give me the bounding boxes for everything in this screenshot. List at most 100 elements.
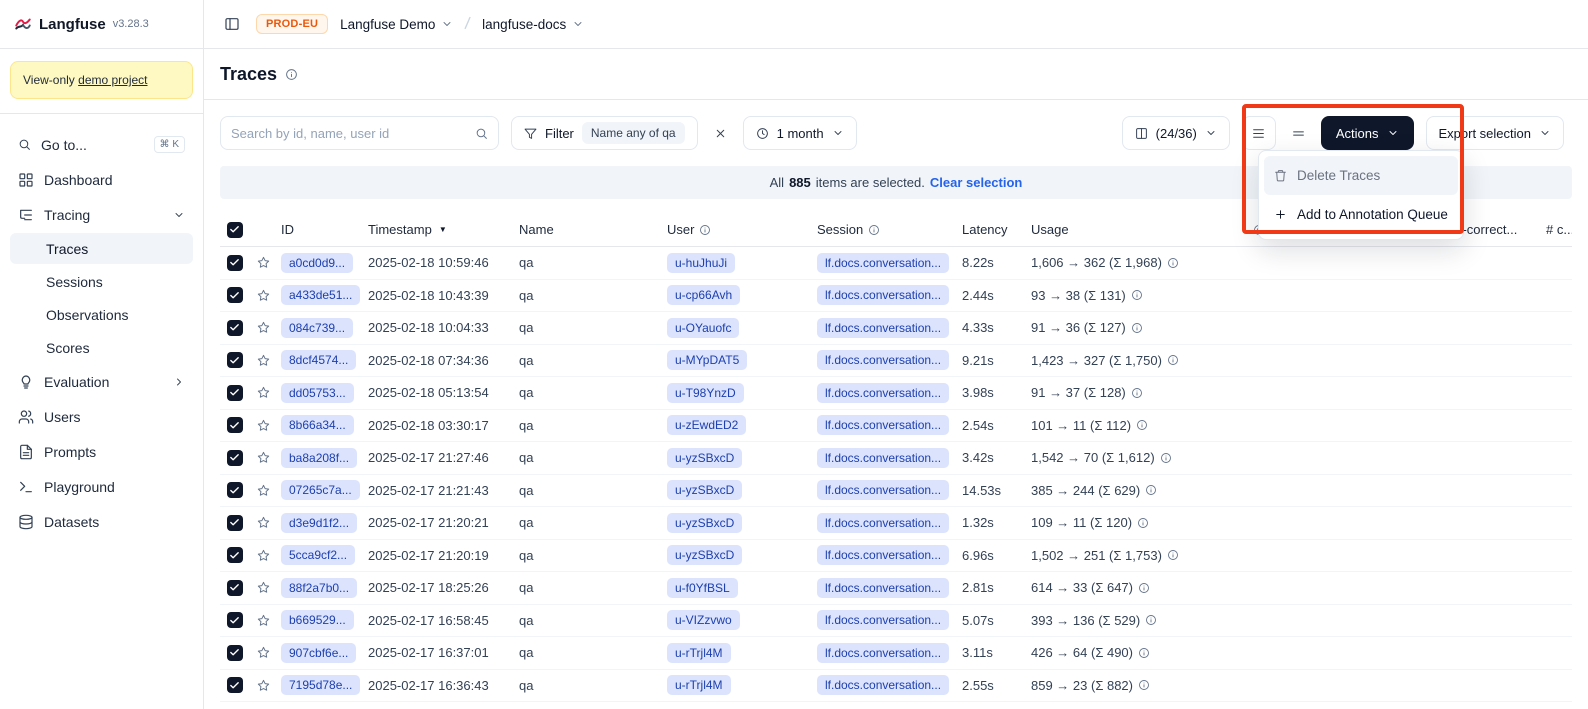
search-input[interactable]: [231, 126, 467, 141]
time-range-button[interactable]: 1 month: [743, 116, 857, 150]
sidebar-item-scores[interactable]: Scores: [10, 332, 193, 363]
col-header-timestamp[interactable]: Timestamp ▼: [365, 222, 516, 237]
session-badge[interactable]: lf.docs.conversation...: [817, 415, 949, 435]
info-icon[interactable]: [1131, 387, 1143, 399]
col-header-id[interactable]: ID: [278, 222, 365, 237]
info-icon[interactable]: [1145, 484, 1157, 496]
info-icon[interactable]: [1138, 679, 1150, 691]
user-badge[interactable]: u-OYauofc: [667, 318, 739, 338]
menu-item-delete-traces[interactable]: Delete Traces: [1264, 156, 1458, 195]
row-checkbox[interactable]: [227, 352, 243, 368]
col-header-user[interactable]: User: [664, 222, 814, 237]
row-checkbox[interactable]: [227, 385, 243, 401]
menu-item-add-to-annotation-queue[interactable]: Add to Annotation Queue: [1264, 195, 1458, 234]
info-icon[interactable]: [1138, 582, 1150, 594]
info-icon[interactable]: [1145, 614, 1157, 626]
star-icon[interactable]: [257, 451, 270, 464]
sidebar-item-evaluation[interactable]: Evaluation: [10, 365, 193, 398]
info-icon[interactable]: [285, 68, 298, 81]
goto-search[interactable]: Go to... ⌘ K: [10, 128, 193, 161]
session-badge[interactable]: lf.docs.conversation...: [817, 448, 949, 468]
sidebar-item-prompts[interactable]: Prompts: [10, 435, 193, 468]
org-selector[interactable]: Langfuse Demo: [340, 17, 453, 32]
star-icon[interactable]: [257, 354, 270, 367]
sidebar-item-tracing[interactable]: Tracing: [10, 198, 193, 231]
row-checkbox[interactable]: [227, 320, 243, 336]
table-row[interactable]: 88f2a7b0... 2025-02-17 18:25:26 qa u-f0Y…: [220, 572, 1572, 605]
col-header-usage[interactable]: Usage: [1028, 222, 1250, 237]
info-icon[interactable]: [1167, 257, 1179, 269]
export-selection-button[interactable]: Export selection: [1426, 116, 1565, 150]
filter-button[interactable]: Filter Name any of qa: [511, 116, 698, 150]
star-icon[interactable]: [257, 484, 270, 497]
trace-id-badge[interactable]: ba8a208f...: [281, 448, 357, 468]
row-checkbox[interactable]: [227, 287, 243, 303]
sidebar-item-datasets[interactable]: Datasets: [10, 505, 193, 538]
user-badge[interactable]: u-cp66Avh: [667, 285, 740, 305]
trace-id-badge[interactable]: d3e9d1f2...: [281, 513, 357, 533]
trace-id-badge[interactable]: 084c739...: [281, 318, 353, 338]
trace-id-badge[interactable]: a0cd0d9...: [281, 253, 353, 273]
star-icon[interactable]: [257, 679, 270, 692]
columns-button[interactable]: (24/36): [1122, 116, 1230, 150]
session-badge[interactable]: lf.docs.conversation...: [817, 578, 949, 598]
user-badge[interactable]: u-f0YfBSL: [667, 578, 738, 598]
row-checkbox[interactable]: [227, 677, 243, 693]
table-row[interactable]: a0cd0d9... 2025-02-18 10:59:46 qa u-huJh…: [220, 247, 1572, 280]
session-badge[interactable]: lf.docs.conversation...: [817, 350, 949, 370]
user-badge[interactable]: u-rTrjl4M: [667, 675, 731, 695]
trace-id-badge[interactable]: a433de51...: [281, 285, 360, 305]
info-icon[interactable]: [1137, 517, 1149, 529]
table-row[interactable]: 8dcf4574... 2025-02-18 07:34:36 qa u-MYp…: [220, 345, 1572, 378]
star-icon[interactable]: [257, 289, 270, 302]
sidebar-item-dashboard[interactable]: Dashboard: [10, 163, 193, 196]
row-checkbox[interactable]: [227, 450, 243, 466]
star-icon[interactable]: [257, 419, 270, 432]
trace-id-badge[interactable]: 5cca9cf2...: [281, 545, 355, 565]
sidebar-item-sessions[interactable]: Sessions: [10, 266, 193, 297]
sidebar-item-users[interactable]: Users: [10, 400, 193, 433]
table-row[interactable]: 7195d78e... 2025-02-17 16:36:43 qa u-rTr…: [220, 670, 1572, 703]
star-icon[interactable]: [257, 256, 270, 269]
star-icon[interactable]: [257, 581, 270, 594]
row-height-button[interactable]: [1242, 116, 1276, 150]
star-icon[interactable]: [257, 516, 270, 529]
trace-id-badge[interactable]: 88f2a7b0...: [281, 578, 357, 598]
table-row[interactable]: ba8a208f... 2025-02-17 21:27:46 qa u-yzS…: [220, 442, 1572, 475]
info-icon[interactable]: [1160, 452, 1172, 464]
density-button[interactable]: [1288, 123, 1309, 144]
session-badge[interactable]: lf.docs.conversation...: [817, 643, 949, 663]
select-all-checkbox[interactable]: [227, 222, 243, 238]
session-badge[interactable]: lf.docs.conversation...: [817, 513, 949, 533]
star-icon[interactable]: [257, 386, 270, 399]
user-badge[interactable]: u-zEwdED2: [667, 415, 746, 435]
col-header-session[interactable]: Session: [814, 222, 959, 237]
info-icon[interactable]: [1138, 647, 1150, 659]
info-icon[interactable]: [1131, 289, 1143, 301]
sidebar-toggle-button[interactable]: [220, 12, 244, 36]
user-badge[interactable]: u-yzSBxcD: [667, 448, 742, 468]
clear-filter-button[interactable]: [710, 123, 731, 144]
star-icon[interactable]: [257, 646, 270, 659]
table-row[interactable]: 907cbf6e... 2025-02-17 16:37:01 qa u-rTr…: [220, 637, 1572, 670]
row-checkbox[interactable]: [227, 482, 243, 498]
session-badge[interactable]: lf.docs.conversation...: [817, 285, 949, 305]
star-icon[interactable]: [257, 549, 270, 562]
session-badge[interactable]: lf.docs.conversation...: [817, 253, 949, 273]
table-row[interactable]: 07265c7a... 2025-02-17 21:21:43 qa u-yzS…: [220, 475, 1572, 508]
trace-id-badge[interactable]: 7195d78e...: [281, 675, 360, 695]
row-checkbox[interactable]: [227, 612, 243, 628]
trace-id-badge[interactable]: dd05753...: [281, 383, 354, 403]
col-header-name[interactable]: Name: [516, 222, 664, 237]
user-badge[interactable]: u-yzSBxcD: [667, 545, 742, 565]
row-checkbox[interactable]: [227, 515, 243, 531]
table-row[interactable]: 8b66a34... 2025-02-18 03:30:17 qa u-zEwd…: [220, 410, 1572, 443]
row-checkbox[interactable]: [227, 255, 243, 271]
col-header-score3[interactable]: # c...: [1543, 222, 1572, 237]
table-row[interactable]: b669529... 2025-02-17 16:58:45 qa u-VIZz…: [220, 605, 1572, 638]
info-icon[interactable]: [1131, 322, 1143, 334]
search-icon[interactable]: [475, 127, 488, 140]
user-badge[interactable]: u-yzSBxcD: [667, 480, 742, 500]
row-checkbox[interactable]: [227, 547, 243, 563]
clear-selection-link[interactable]: Clear selection: [930, 175, 1023, 190]
